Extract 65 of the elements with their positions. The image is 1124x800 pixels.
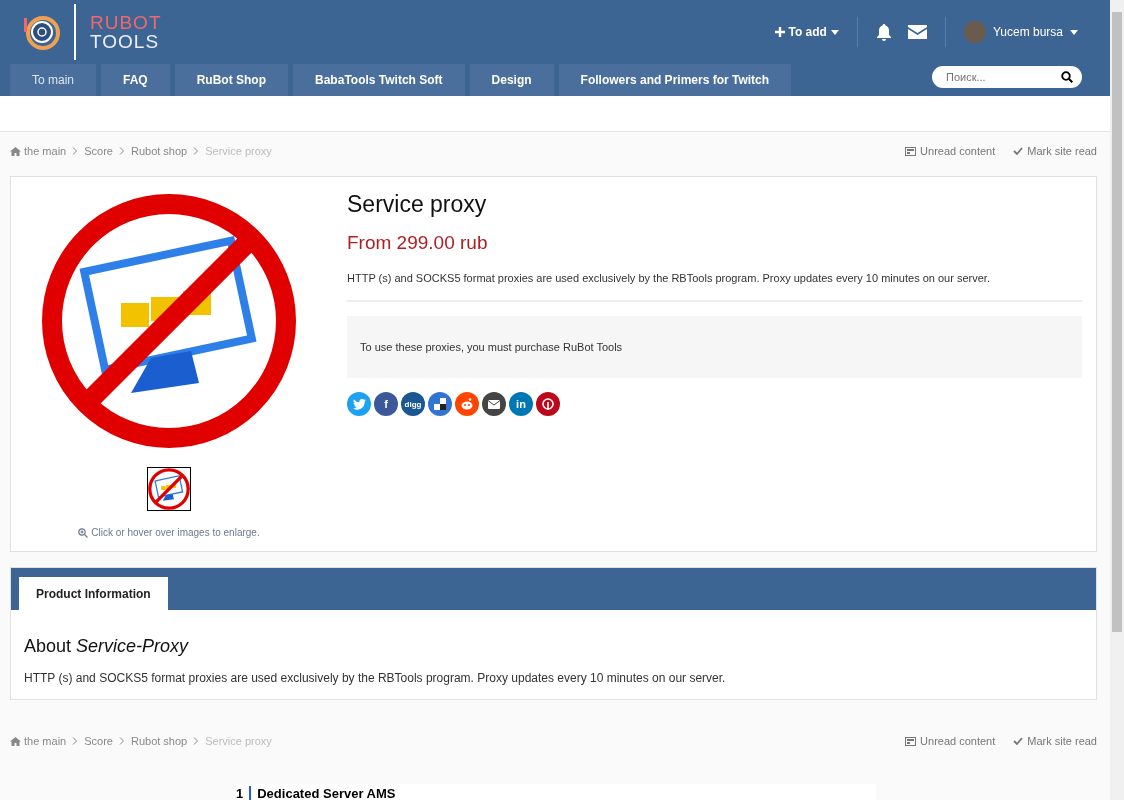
info-tab[interactable]: Product Information [19,577,168,610]
action-link[interactable]: Unread content [920,145,996,157]
pin-icon [542,398,554,410]
share-button[interactable] [428,392,452,416]
nav-tab[interactable]: BabaTools Twitch Soft [293,64,465,96]
home-icon [10,146,21,156]
product-summary: HTTP (s) and SOCKS5 format proxies are used exclusively by the RBTools program. Proxy updates every 10 minutes on our server. [347,272,1082,302]
breadcrumb-link[interactable]: the main [24,145,67,157]
scrollbar-thumb[interactable] [1112,12,1122,632]
breadcrumb-link[interactable]: Score [84,145,113,157]
newspaper-icon [905,146,917,156]
image-caption: Click or hover over images to enlarge. [91,527,260,538]
squares-icon [434,398,446,410]
envelope-icon[interactable] [907,25,927,39]
chevron-icon [118,147,125,155]
action-link[interactable]: Mark site read [1027,735,1097,747]
breadcrumb-link[interactable]: Rubot shop [130,735,188,747]
about-heading: About Service-Proxy [24,636,190,657]
nav-tab[interactable]: Design [469,64,554,96]
nav-tab[interactable]: To main [10,64,97,96]
checkmark-icon [1013,737,1024,745]
user-name[interactable]: Yucem bursa [992,25,1063,39]
product-title: Service proxy [347,191,488,218]
ad-title: Dedicated Server AMS [257,786,396,800]
chevron-icon [72,147,79,155]
about-text: HTTP (s) and SOCKS5 format proxies are used exclusively by the RBTools program. Proxy updates every 10 minutes on our server. [24,671,727,685]
envelope-icon [488,399,500,409]
action-link[interactable]: Unread content [920,735,996,747]
breadcrumb-link[interactable]: Rubot shop [130,145,188,157]
caret-icon [830,29,839,35]
chevron-icon [193,147,200,155]
chevron-icon [118,737,125,745]
nav-tab[interactable]: Followers and Primers for Twitch [558,64,792,96]
breadcrumb-link[interactable]: the main [24,735,67,747]
zoom-icon [78,527,89,538]
home-icon [10,736,21,746]
product-price: From 299.00 rub [347,232,489,254]
add-button[interactable]: To add [774,25,839,39]
checkmark-icon [1013,147,1024,155]
chevron-icon [72,737,79,745]
bird-icon [352,398,366,410]
breadcrumb-link[interactable]: Score [84,735,113,747]
share-button[interactable]: digg [401,392,425,416]
alien-icon [460,398,474,410]
image-thumbnail[interactable] [147,467,191,511]
nav-tab[interactable]: FAQ [101,64,170,96]
plus-icon [774,27,785,37]
bell-icon[interactable] [875,23,892,41]
share-button[interactable]: in [509,392,533,416]
newspaper-icon [905,736,917,746]
action-link[interactable]: Mark site read [1027,145,1097,157]
nav-tab[interactable]: RuBot Shop [174,64,289,96]
share-button[interactable] [536,392,560,416]
search-field[interactable]: Поиск... [932,66,1082,88]
logo-text: RUBOT [90,13,162,32]
search-icon[interactable] [1061,71,1073,83]
share-button[interactable] [482,392,506,416]
purchase-notice: To use these proxies, you must purchase RuBot Tools [347,316,1082,378]
ad-banner[interactable]: 1 Dedicated Server AMS [236,784,876,800]
caret-icon[interactable] [1070,29,1078,35]
share-button[interactable]: f [374,392,398,416]
ad-number: 1 [236,786,244,800]
chevron-icon [193,737,200,745]
logo-text: TOOLS [90,32,161,51]
scrollbar[interactable] [1110,0,1124,800]
